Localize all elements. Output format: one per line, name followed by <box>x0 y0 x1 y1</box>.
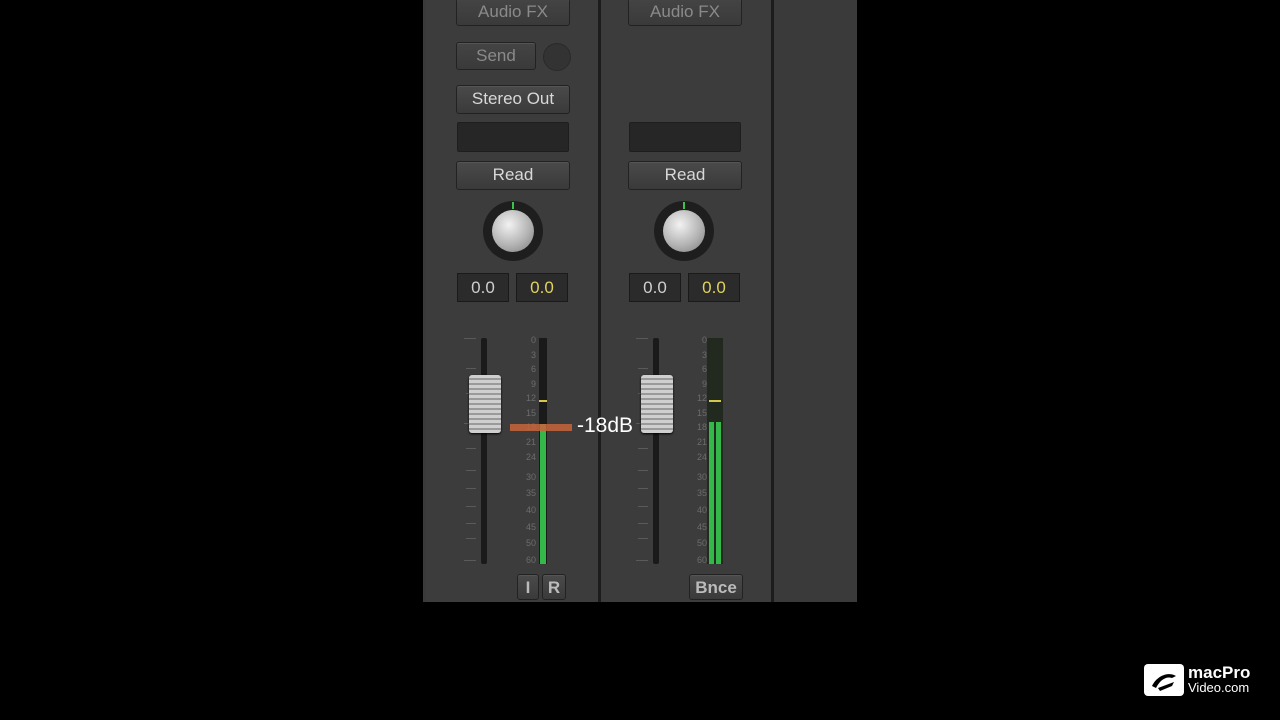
peak-marker <box>539 400 547 402</box>
meter-scale: 0 3 6 9 12 15 18 21 24 30 35 40 45 50 60 <box>525 335 536 565</box>
strip-divider <box>771 0 774 602</box>
meter-level-fill-left <box>709 422 714 564</box>
knob-indicator <box>683 202 685 209</box>
audio-fx-slot-button[interactable]: Audio FX <box>628 0 742 26</box>
send-level-indicator[interactable] <box>543 43 571 71</box>
channel-strip-2: Audio FX Read 0.0 0.0 0 3 6 9 12 15 18 2… <box>601 0 771 602</box>
logo-text-top: macPro <box>1188 663 1251 682</box>
logo-text-bottom: Video.com <box>1188 680 1250 695</box>
volume-value-display[interactable]: 0.0 <box>457 273 509 302</box>
logo-mark-icon <box>1144 664 1184 696</box>
level-meter <box>539 338 547 564</box>
group-slot[interactable] <box>457 122 569 152</box>
knob-cap <box>492 210 534 252</box>
peak-marker <box>709 400 721 402</box>
volume-fader-track[interactable] <box>481 338 487 564</box>
automation-mode-button[interactable]: Read <box>628 161 742 190</box>
peak-value-display[interactable]: 0.0 <box>516 273 568 302</box>
input-monitor-button[interactable]: I <box>517 574 539 600</box>
fader-scale <box>464 338 482 564</box>
output-button[interactable]: Stereo Out <box>456 85 570 114</box>
send-button[interactable]: Send <box>456 42 536 70</box>
meter-level-fill-right <box>716 422 721 564</box>
empty-strip-area <box>775 0 857 602</box>
mixer-window: Audio FX Send Stereo Out Read 0.0 0.0 0 … <box>423 0 857 602</box>
volume-fader-handle[interactable] <box>641 375 673 433</box>
annotation-bar <box>510 424 572 431</box>
group-slot[interactable] <box>629 122 741 152</box>
audio-fx-slot-button[interactable]: Audio FX <box>456 0 570 26</box>
macprovideo-logo: macPro Video.com <box>1144 664 1262 698</box>
record-enable-button[interactable]: R <box>542 574 566 600</box>
volume-fader-track[interactable] <box>653 338 659 564</box>
level-meter-stereo <box>707 338 723 564</box>
pan-knob[interactable] <box>483 201 543 261</box>
channel-strip-1: Audio FX Send Stereo Out Read 0.0 0.0 0 … <box>426 0 598 602</box>
knob-cap <box>663 210 705 252</box>
peak-value-display[interactable]: 0.0 <box>688 273 740 302</box>
volume-value-display[interactable]: 0.0 <box>629 273 681 302</box>
bounce-button[interactable]: Bnce <box>689 574 743 600</box>
meter-level-fill <box>540 424 546 564</box>
automation-mode-button[interactable]: Read <box>456 161 570 190</box>
volume-fader-handle[interactable] <box>469 375 501 433</box>
fader-scale <box>636 338 654 564</box>
pan-knob[interactable] <box>654 201 714 261</box>
annotation-label: -18dB <box>577 414 634 437</box>
knob-indicator <box>512 202 514 209</box>
meter-scale: 0 3 6 9 12 15 18 21 24 30 35 40 45 50 60 <box>696 335 707 565</box>
